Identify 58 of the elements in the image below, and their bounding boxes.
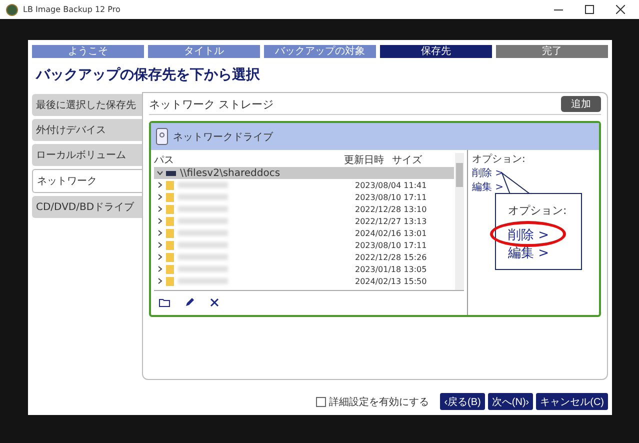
callout-label: オプション:	[508, 203, 568, 218]
panel-title: ネットワーク ストレージ	[149, 96, 274, 112]
window-title: LB Image Backup 12 Pro	[23, 5, 122, 14]
close-icon[interactable]	[616, 5, 624, 14]
blurred-name	[178, 278, 228, 284]
checkbox-label[interactable]: 詳細設定を有効にする	[329, 394, 430, 408]
app-icon	[6, 4, 18, 16]
option-link[interactable]: 削除 >	[472, 166, 526, 180]
folder-icon[interactable]	[159, 297, 170, 308]
modified-date: 2023/08/10 17:11	[355, 240, 428, 250]
sidebar-tab[interactable]: 最後に選択した保存先	[32, 94, 142, 116]
blurred-name	[178, 182, 228, 188]
modified-date: 2022/12/28 13:10	[355, 204, 428, 214]
wizard-button[interactable]: 次へ(N)›	[488, 393, 534, 410]
modified-date: 2023/08/10 17:11	[355, 192, 428, 202]
blurred-name	[178, 206, 228, 212]
column-header[interactable]: サイズ	[392, 153, 422, 167]
modified-date: 2023/01/18 13:05	[355, 264, 428, 274]
blurred-name	[178, 218, 228, 224]
drive-name: ネットワークドライブ	[173, 130, 273, 144]
modified-date: 2024/02/13 15:50	[355, 276, 428, 286]
column-header[interactable]: 更新日時	[344, 153, 392, 167]
sidebar-tab[interactable]: CD/DVD/BDドライブ	[32, 196, 142, 218]
blurred-name	[178, 242, 228, 248]
blurred-name	[178, 254, 228, 260]
options-label: オプション:	[472, 152, 526, 166]
sidebar-tab[interactable]: 外付けデバイス	[32, 119, 142, 141]
wizard-step: 保存先	[380, 45, 492, 58]
page-heading: バックアップの保存先を下から選択	[36, 66, 261, 84]
add-button[interactable]: 追加	[561, 96, 601, 112]
sidebar-tab[interactable]: ネットワーク	[32, 169, 142, 193]
option-link[interactable]: 編集 >	[472, 180, 526, 194]
column-header[interactable]: パス	[154, 153, 344, 167]
modified-date: 2024/02/16 13:01	[355, 228, 428, 238]
wizard-step: ようこそ	[32, 45, 144, 58]
blurred-name	[178, 230, 228, 236]
wizard-step: バックアップの対象	[264, 45, 376, 58]
modified-date: 2022/12/28 15:26	[355, 252, 428, 262]
maximize-icon[interactable]	[584, 5, 594, 14]
sidebar-tab[interactable]: ローカルボリューム	[32, 144, 142, 166]
network-share-icon	[166, 170, 176, 176]
checkbox[interactable]	[316, 396, 326, 406]
wizard-step: 完了	[496, 45, 608, 58]
scrollbar[interactable]	[455, 153, 464, 290]
annotation-text: 編集 >	[508, 246, 550, 261]
network-drive-icon	[156, 128, 168, 145]
modified-date: 2022/12/27 13:13	[355, 216, 428, 226]
pencil-icon[interactable]	[184, 297, 195, 308]
wizard-button[interactable]: ‹戻る(B)	[440, 393, 485, 410]
modified-date: 2023/08/04 11:41	[355, 180, 428, 190]
annotation-text: 削除 >	[508, 228, 550, 243]
blurred-name	[178, 194, 228, 200]
drive-header[interactable]: ネットワークドライブ	[151, 123, 599, 150]
delete-icon[interactable]	[209, 297, 220, 308]
chevron-down-icon[interactable]	[157, 170, 163, 176]
blurred-name	[178, 266, 228, 272]
wizard-button[interactable]: キャンセル(C)	[536, 393, 608, 410]
wizard-step: タイトル	[148, 45, 260, 58]
